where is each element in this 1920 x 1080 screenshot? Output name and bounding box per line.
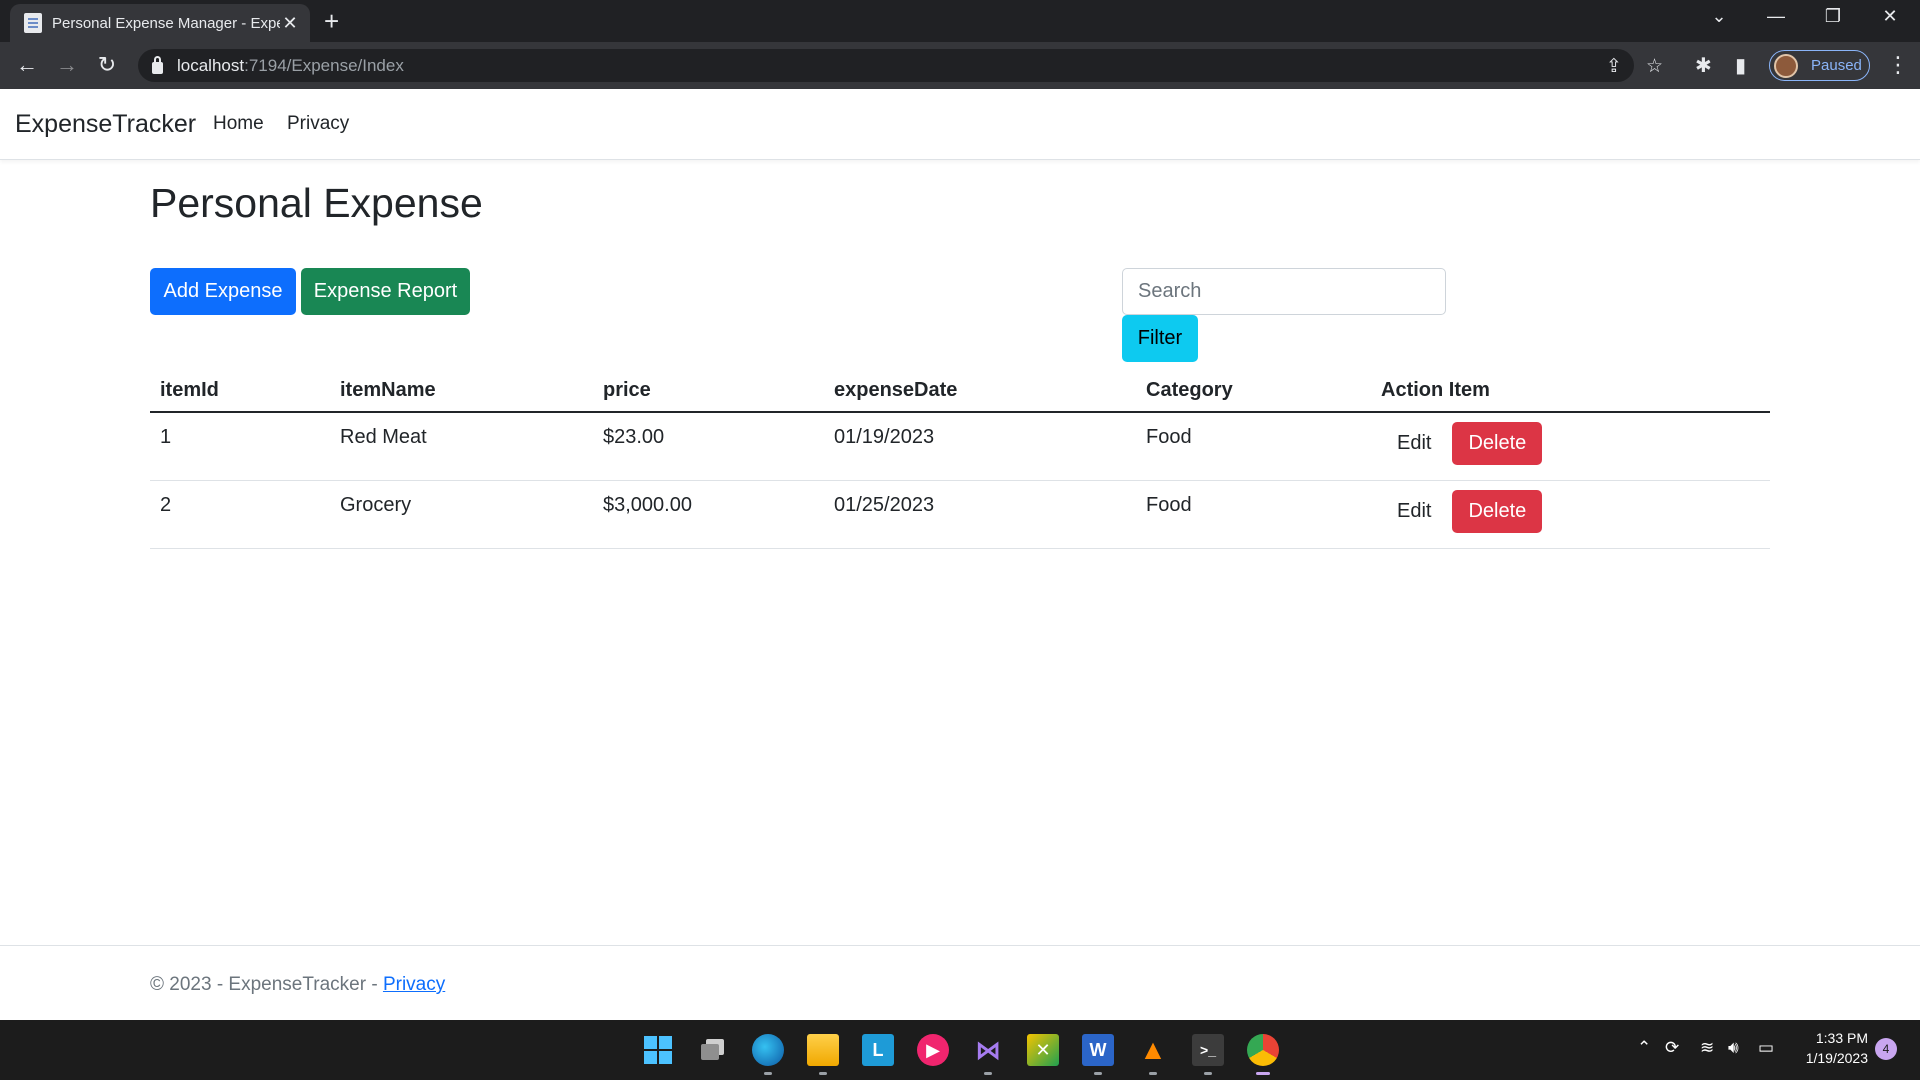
cell-item-name: Grocery — [330, 480, 593, 549]
running-indicator — [764, 1072, 772, 1075]
edge-icon[interactable] — [752, 1034, 784, 1066]
table-row: 2 Grocery $3,000.00 01/25/2023 Food Edit… — [150, 480, 1770, 549]
url-host: localhost — [177, 55, 245, 75]
active-indicator — [1256, 1072, 1270, 1075]
cell-price: $23.00 — [593, 412, 824, 481]
table-row: 1 Red Meat $23.00 01/19/2023 Food Edit De… — [150, 412, 1770, 481]
show-hidden-icons-icon[interactable]: ⌃ — [1637, 1038, 1651, 1058]
expense-table: itemId itemName price expenseDate Catego… — [150, 370, 1770, 549]
add-expense-button[interactable]: Add Expense — [150, 268, 296, 315]
clock-date[interactable]: 1/19/2023 — [1795, 1050, 1868, 1066]
app-navbar: ExpenseTracker Home Privacy — [0, 89, 1920, 160]
wifi-icon[interactable]: ≋ — [1700, 1038, 1714, 1058]
terminal-icon[interactable]: >_ — [1192, 1034, 1224, 1066]
address-bar[interactable]: localhost :7194/Expense/Index ⇪ ☆ — [138, 49, 1663, 82]
search-input[interactable] — [1122, 268, 1446, 315]
battery-icon[interactable]: ▭ — [1758, 1038, 1774, 1058]
vlc-icon[interactable]: ▲ — [1137, 1034, 1169, 1066]
tab-close-icon[interactable]: ✕ — [280, 13, 300, 34]
tab-search-icon[interactable]: ⌄ — [1699, 6, 1739, 27]
column-header: itemName — [330, 370, 593, 413]
column-header: price — [593, 370, 824, 413]
cell-actions: Edit Delete — [1371, 480, 1770, 549]
word-icon[interactable]: W — [1082, 1034, 1114, 1066]
edit-link[interactable]: Edit — [1381, 422, 1444, 455]
file-explorer-icon[interactable] — [807, 1034, 839, 1066]
spreadsheet-icon[interactable]: ✕ — [1027, 1034, 1059, 1066]
footer-privacy-link[interactable]: Privacy — [383, 974, 445, 995]
new-tab-button[interactable]: + — [324, 7, 339, 35]
restore-icon[interactable]: ❐ — [1813, 6, 1853, 27]
minimize-icon[interactable]: — — [1756, 6, 1796, 27]
cell-price: $3,000.00 — [593, 480, 824, 549]
reload-icon[interactable]: ↻ — [92, 52, 122, 78]
cell-item-id: 1 — [150, 412, 330, 481]
delete-button[interactable]: Delete — [1452, 422, 1543, 465]
cell-actions: Edit Delete — [1371, 412, 1770, 481]
windows-taskbar: L ▶ ⋈ ✕ W ▲ >_ ⌃ ⟳ ≋ 🔊︎ ▭ 1:33 PM 1/19/2… — [0, 1020, 1920, 1080]
running-indicator — [1094, 1072, 1102, 1075]
running-indicator — [1204, 1072, 1212, 1075]
delete-button[interactable]: Delete — [1452, 489, 1543, 533]
bookmark-star-icon[interactable]: ☆ — [1646, 55, 1663, 78]
expense-report-button[interactable]: Expense Report — [301, 268, 470, 315]
column-header: Action Item — [1371, 370, 1770, 413]
running-indicator — [1149, 1072, 1157, 1075]
browser-toolbar: ← → ↻ localhost :7194/Expense/Index ⇪ ☆ … — [0, 42, 1920, 89]
browser-tab-strip: Personal Expense Manager - Expense ✕ + ⌄… — [0, 0, 1920, 42]
cell-item-id: 2 — [150, 480, 330, 549]
close-window-icon[interactable]: ✕ — [1870, 6, 1910, 27]
edit-link[interactable]: Edit — [1381, 490, 1444, 523]
side-panel-icon[interactable]: ▮ — [1735, 53, 1746, 78]
media-player-icon[interactable]: ▶ — [917, 1034, 949, 1066]
running-indicator — [984, 1072, 992, 1075]
start-icon[interactable] — [642, 1034, 674, 1066]
column-header: expenseDate — [824, 370, 1136, 413]
cell-category: Food — [1136, 412, 1371, 481]
lock-icon[interactable] — [152, 55, 163, 74]
share-icon[interactable]: ⇪ — [1606, 55, 1622, 78]
filter-button[interactable]: Filter — [1122, 315, 1198, 362]
profile-status: Paused — [1811, 57, 1862, 74]
brand-link[interactable]: ExpenseTracker — [15, 110, 196, 139]
footer-text: © 2023 - ExpenseTracker - Privacy — [150, 974, 445, 996]
tab-title: Personal Expense Manager - Expense — [52, 14, 280, 32]
profile-button[interactable]: Paused — [1769, 50, 1870, 81]
url-path: :7194/Expense/Index — [244, 55, 404, 75]
nav-link-home[interactable]: Home — [213, 113, 264, 135]
clock-time[interactable]: 1:33 PM — [1808, 1030, 1868, 1046]
cell-item-name: Red Meat — [330, 412, 593, 481]
page-footer: © 2023 - ExpenseTracker - Privacy — [0, 945, 1920, 1020]
page-favicon-icon — [24, 13, 42, 33]
browser-tab[interactable]: Personal Expense Manager - Expense ✕ — [10, 4, 310, 42]
notification-badge[interactable]: 4 — [1875, 1038, 1897, 1060]
sync-icon[interactable]: ⟳ — [1665, 1038, 1679, 1058]
nav-link-privacy[interactable]: Privacy — [287, 113, 349, 135]
running-indicator — [819, 1072, 827, 1075]
chrome-icon[interactable] — [1247, 1034, 1279, 1066]
l-app-icon[interactable]: L — [862, 1034, 894, 1066]
column-header: Category — [1136, 370, 1371, 413]
volume-icon[interactable]: 🔊︎ — [1728, 1038, 1739, 1058]
page-title: Personal Expense — [150, 180, 483, 226]
task-view-icon[interactable] — [697, 1034, 729, 1066]
back-icon[interactable]: ← — [12, 52, 42, 78]
copyright-text: © 2023 - ExpenseTracker - — [150, 974, 383, 995]
column-header: itemId — [150, 370, 330, 413]
browser-menu-icon[interactable]: ⋮ — [1887, 52, 1909, 78]
visual-studio-icon[interactable]: ⋈ — [972, 1034, 1004, 1066]
table-header-row: itemId itemName price expenseDate Catego… — [150, 370, 1770, 413]
cell-category: Food — [1136, 480, 1371, 549]
cell-expense-date: 01/25/2023 — [824, 480, 1136, 549]
cell-expense-date: 01/19/2023 — [824, 412, 1136, 481]
avatar — [1774, 53, 1798, 78]
extensions-icon[interactable]: ✱ — [1695, 53, 1712, 78]
forward-icon[interactable]: → — [52, 52, 82, 78]
